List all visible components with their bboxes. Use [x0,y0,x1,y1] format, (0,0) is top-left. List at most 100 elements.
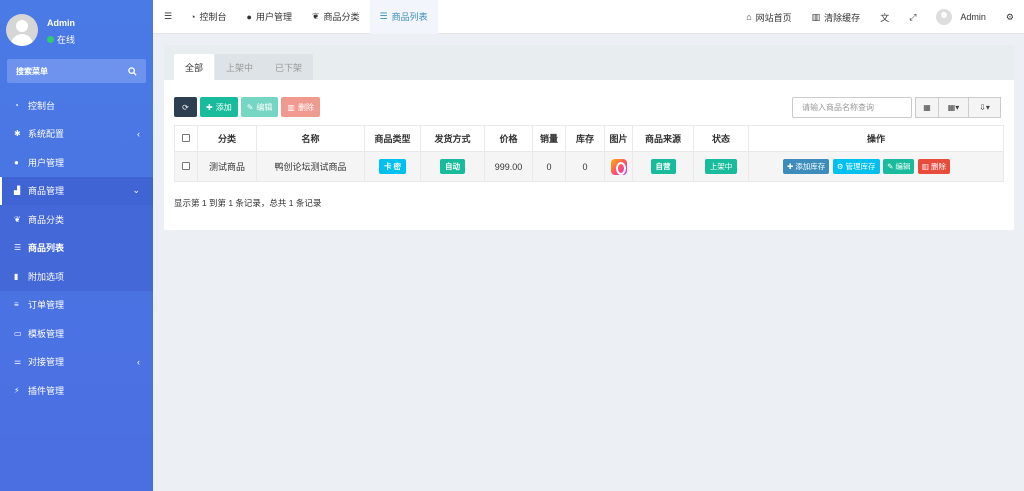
tab-label: 控制台 [199,12,227,22]
sidebar-item-extra-options[interactable]: ▮ 附加选项 [0,262,153,291]
delete-label: 删除 [297,102,314,112]
image-cell [604,151,633,182]
sidebar-item-users[interactable]: ● 用户管理 [0,148,153,177]
sidebar-item-label: 对接管理 [28,357,65,368]
column-header: 操作 [748,125,1004,152]
leaf-icon: ❦ [311,11,320,21]
column-header[interactable]: 图片 [604,125,633,152]
fullscreen-button[interactable]: ⤢ [899,0,926,34]
clear-cache-button[interactable]: ▥ 清除缓存 [802,0,871,34]
dashboard-icon: ◔ [14,100,19,110]
tab-product-category[interactable]: ❦ 商品分类 [302,0,370,34]
pencil-icon: ✎ [887,162,894,171]
tab-dashboard[interactable]: ◔ 控制台 [180,0,236,34]
status-badge[interactable]: 上架中 [704,159,738,174]
column-header[interactable]: 状态 [693,125,749,152]
clear-cache-label: 清除缓存 [824,12,861,23]
plus-icon: ✚ [787,162,794,171]
user-panel: Admin 在线 [0,0,153,52]
user-icon: ● [246,11,252,22]
row-delete-button[interactable]: ▥ 删除 [917,159,950,174]
row-edit-button[interactable]: ✎ 编辑 [883,159,915,174]
trash-icon: ▥ [921,162,929,171]
user-status: 在线 [47,33,75,46]
sidebar-item-products[interactable]: ▟ 商品管理 ⌄ [0,176,153,205]
tab-users[interactable]: ● 用户管理 [237,0,302,34]
sidebar-search-label: 搜索菜单 [16,66,48,76]
columns-button[interactable]: ▦▾ [938,97,969,118]
user-menu[interactable]: Admin [926,0,996,34]
manage-stock-button[interactable]: ⚙ 管理库存 [832,159,880,174]
settings-button[interactable]: ⚙ [996,0,1024,34]
column-header[interactable]: 价格 [484,125,533,152]
sidebar-item-templates[interactable]: ▭ 模板管理 [0,319,153,348]
table-header-row: 分类 名称 商品类型 发货方式 价格 销量 库存 图片 商品来源 状态 操作 [174,125,1004,152]
name-cell: 鸭创论坛测试商品 [256,151,365,182]
pagination-info: 显示第 1 到第 1 条记录，总共 1 条记录 [174,198,322,208]
tab-off-shelf[interactable]: 已下架 [264,54,314,80]
home-icon: ⌂ [746,12,752,22]
grid-icon: ▦▾ [947,103,960,112]
online-dot-icon [47,36,54,43]
tab-product-list[interactable]: ☰ 商品列表 [369,0,438,34]
translate-icon: 文 [880,12,890,23]
search-icon[interactable] [128,66,137,76]
fullscreen-icon: ⤢ [909,11,917,22]
column-header[interactable]: 库存 [565,125,605,152]
sidebar-item-orders[interactable]: ≡ 订单管理 [0,291,153,320]
user-name: Admin [47,18,75,28]
delete-button[interactable]: ▥ 删除 [281,97,320,117]
header-right: ⌂ 网站首页 ▥ 清除缓存 文 ⤢ Admin ⚙ [736,0,1024,34]
table-tools: ▦ ▦▾ ⇩▾ [915,97,1001,118]
select-all-cell [174,125,198,152]
column-header[interactable]: 发货方式 [420,125,485,152]
sidebar-item-label: 控制台 [28,100,56,111]
toggle-view-button[interactable]: ▦ [915,97,939,118]
tab-label: 用户管理 [255,12,292,22]
refresh-button[interactable]: ⟳ [174,97,197,117]
category-cell: 测试商品 [197,151,257,182]
column-header[interactable]: 商品来源 [632,125,694,152]
language-button[interactable]: 文 [870,0,899,34]
user-status-label: 在线 [57,35,76,45]
product-search-input[interactable]: 请输入商品名称查询 [792,97,912,118]
sidebar-item-label: 商品管理 [28,186,65,197]
manage-stock-label: 管理库存 [845,162,876,171]
gear-icon: ✱ [14,129,21,139]
column-header[interactable]: 商品类型 [364,125,421,152]
product-thumbnail[interactable] [610,158,627,175]
hamburger-icon: ☰ [164,11,173,21]
column-header[interactable]: 分类 [197,125,257,152]
plus-icon: ✚ [206,102,213,112]
edit-button[interactable]: ✎ 编辑 [240,97,279,117]
menu-toggle-button[interactable]: ☰ [153,0,180,34]
source-cell: 自营 [632,151,694,182]
sidebar-search[interactable]: 搜索菜单 [7,59,146,83]
sidebar-item-plugins[interactable]: ⚡ 插件管理 [0,376,153,405]
header-user-name: Admin [960,12,986,22]
row-delete-label: 删除 [930,162,946,171]
select-all-checkbox[interactable] [182,133,190,142]
sidebar-item-product-category[interactable]: ❦ 商品分类 [0,205,153,234]
tab-on-sale[interactable]: 上架中 [215,54,265,80]
column-header[interactable]: 销量 [532,125,566,152]
sidebar-item-label: 系统配置 [28,129,65,140]
add-button[interactable]: ✚ 添加 [200,97,238,117]
sidebar-item-integrations[interactable]: ⚌ 对接管理 ‹ [0,348,153,377]
tab-label: 商品列表 [391,12,428,22]
column-header[interactable]: 名称 [256,125,365,152]
chevron-left-icon: ‹ [137,356,140,367]
sidebar-item-dashboard[interactable]: ◔ 控制台 [0,91,153,120]
site-home-link[interactable]: ⌂ 网站首页 [736,0,801,34]
site-home-label: 网站首页 [755,12,792,23]
sidebar: Admin 在线 搜索菜单 ◔ 控制台 ✱ 系统配置 ‹ ● 用户管理 ▟ 商品… [0,0,153,491]
sidebar-item-label: 附加选项 [28,271,65,282]
tab-all[interactable]: 全部 [174,54,215,80]
add-stock-button[interactable]: ✚ 添加库存 [783,159,830,174]
row-checkbox[interactable] [182,161,190,170]
user-icon: ● [14,157,19,167]
sidebar-item-system-config[interactable]: ✱ 系统配置 ‹ [0,120,153,149]
export-button[interactable]: ⇩▾ [968,97,1001,118]
bookmark-icon: ▮ [14,271,19,281]
sidebar-item-product-list[interactable]: ☰ 商品列表 [0,234,153,263]
